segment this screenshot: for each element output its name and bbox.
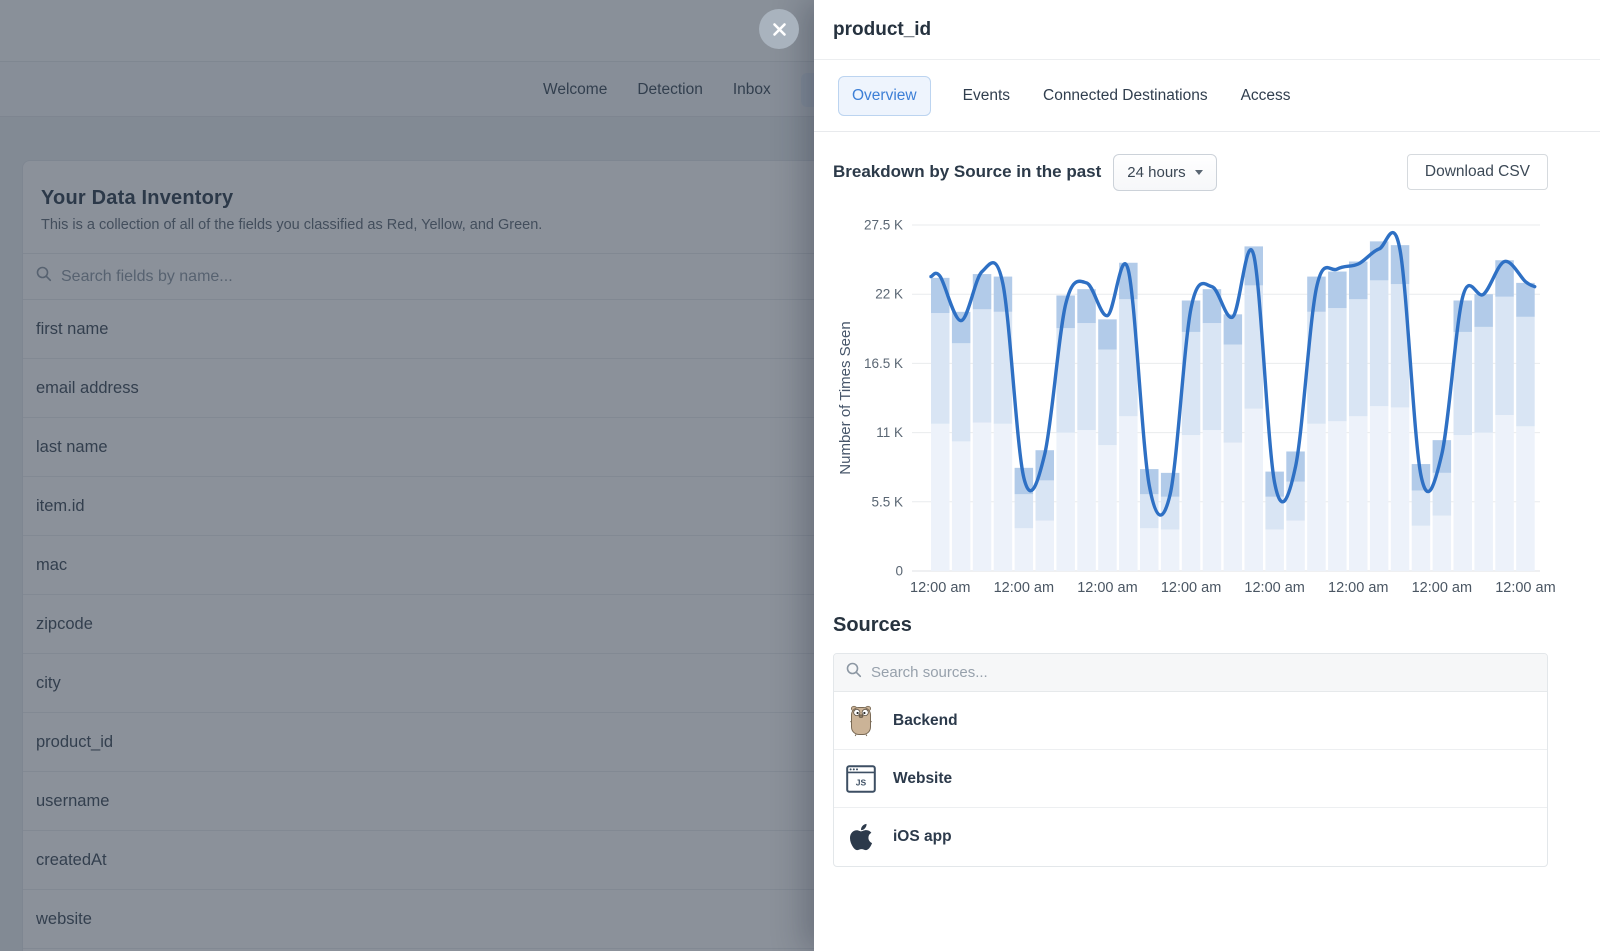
time-range-value: 24 hours: [1127, 164, 1185, 181]
svg-text:11 K: 11 K: [876, 425, 903, 440]
chart-header: Breakdown by Source in the past 24 hours…: [833, 152, 1548, 192]
svg-text:12:00 am: 12:00 am: [1161, 580, 1221, 596]
source-icon-slot: JS: [846, 765, 876, 793]
svg-text:Number of Times Seen: Number of Times Seen: [837, 321, 854, 474]
source-label: Website: [893, 770, 952, 788]
breakdown-chart: 0 5.5 K 11 K 16.5 K 22 K 27.5 K Number of Time…: [833, 196, 1578, 602]
svg-text:JS: JS: [856, 777, 867, 787]
sources-title: Sources: [833, 614, 1548, 637]
js-browser-icon: JS: [846, 765, 876, 793]
sources-search-placeholder: Search sources...: [871, 664, 988, 681]
svg-text:12:00 am: 12:00 am: [1495, 580, 1555, 596]
sources-list: Backend JS Website iOS app: [834, 692, 1547, 866]
panel-title: product_id: [833, 19, 931, 41]
svg-text:12:00 am: 12:00 am: [1244, 580, 1304, 596]
chevron-down-icon: [1195, 170, 1203, 175]
field-detail-panel: product_id Overview Events Connected Des…: [814, 0, 1600, 951]
source-label: iOS app: [893, 828, 952, 846]
time-range-select[interactable]: 24 hours: [1113, 154, 1216, 191]
panel-tab[interactable]: Events: [962, 76, 1011, 116]
svg-text:12:00 am: 12:00 am: [994, 580, 1054, 596]
panel-tab[interactable]: Overview: [838, 76, 931, 116]
source-row[interactable]: Backend: [834, 692, 1547, 750]
source-icon-slot: [846, 822, 876, 852]
sources-section: Sources Search sources...: [833, 614, 1548, 867]
sources-search[interactable]: Search sources...: [834, 654, 1547, 692]
svg-text:12:00 am: 12:00 am: [1328, 580, 1388, 596]
panel-tab[interactable]: Access: [1240, 76, 1292, 116]
svg-text:16.5 K: 16.5 K: [864, 356, 903, 371]
search-icon: [846, 662, 862, 678]
apple-icon: [848, 822, 874, 852]
source-label: Backend: [893, 712, 958, 730]
close-icon: [772, 22, 787, 37]
source-row[interactable]: JS Website: [834, 750, 1547, 808]
svg-text:5.5 K: 5.5 K: [871, 494, 903, 509]
search-icon-slot: [846, 662, 862, 683]
svg-text:12:00 am: 12:00 am: [1077, 580, 1137, 596]
sources-box: Search sources... Backend: [833, 653, 1548, 867]
svg-text:27.5 K: 27.5 K: [864, 218, 903, 233]
download-csv-button[interactable]: Download CSV: [1407, 154, 1548, 190]
svg-text:12:00 am: 12:00 am: [1412, 580, 1472, 596]
close-button[interactable]: [759, 9, 799, 49]
panel-tabs: Overview Events Connected Destinations A…: [814, 60, 1600, 132]
panel-tab[interactable]: Connected Destinations: [1042, 76, 1209, 116]
source-icon-slot: [846, 705, 876, 737]
chart-title: Breakdown by Source in the past: [833, 162, 1101, 182]
gopher-icon: [850, 705, 872, 737]
svg-text:22 K: 22 K: [875, 287, 903, 302]
svg-text:12:00 am: 12:00 am: [910, 580, 970, 596]
source-row[interactable]: iOS app: [834, 808, 1547, 866]
svg-text:0: 0: [895, 564, 903, 579]
